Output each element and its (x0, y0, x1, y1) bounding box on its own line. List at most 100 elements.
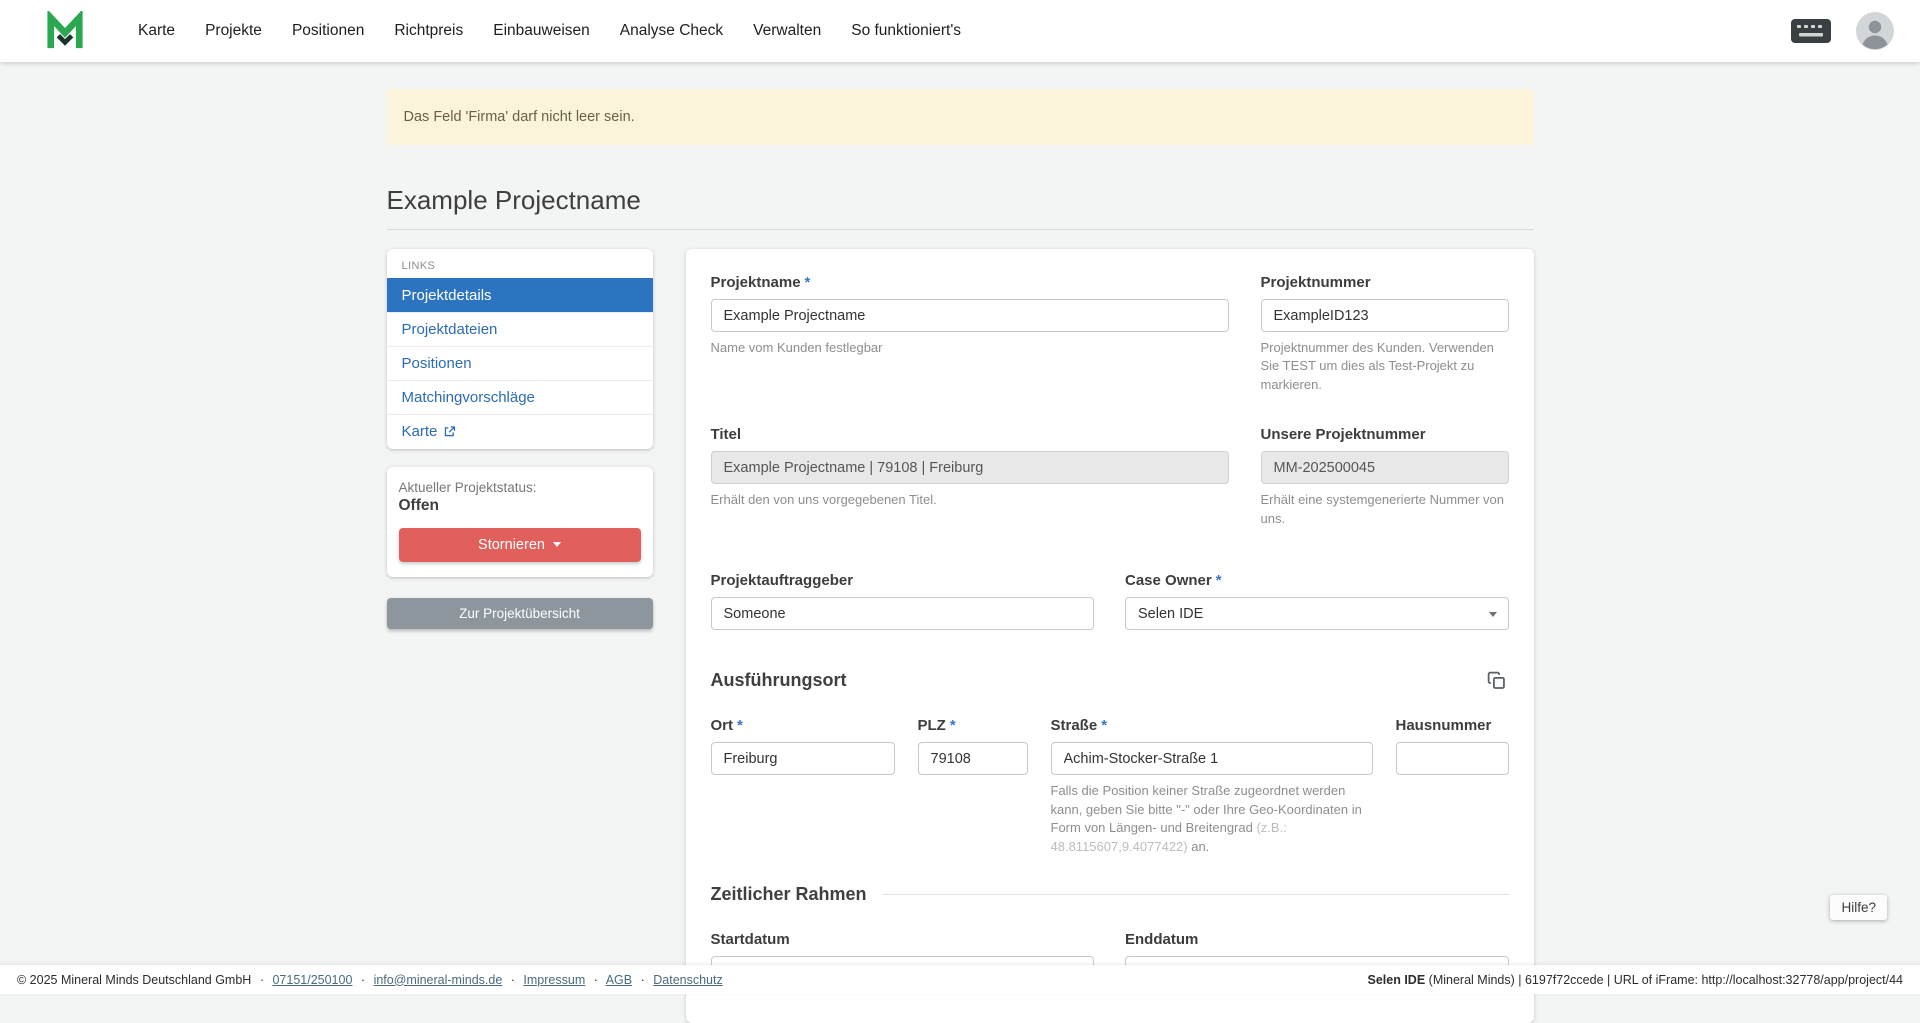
footer-link-datenschutz[interactable]: Datenschutz (653, 973, 722, 987)
projektname-helper: Name vom Kunden festlegbar (711, 339, 1229, 357)
hausnummer-field: Hausnummer (1396, 717, 1509, 856)
validation-alert: Das Feld 'Firma' darf nicht leer sein. (387, 89, 1534, 145)
footer-separator: · (361, 973, 365, 987)
ort-input[interactable] (711, 742, 895, 775)
nav-item-karte[interactable]: Karte (138, 22, 175, 40)
stornieren-button[interactable]: Stornieren (399, 528, 641, 562)
strasse-label: Straße* (1051, 717, 1373, 734)
nav-item-analyse-check[interactable]: Analyse Check (620, 22, 723, 40)
startdatum-label: Startdatum (711, 931, 1095, 948)
caret-down-icon (553, 542, 561, 547)
projektnummer-helper: Projektnummer des Kunden. Verwenden Sie … (1261, 339, 1509, 394)
footer-copyright: © 2025 Mineral Minds Deutschland GmbH (17, 973, 251, 987)
required-asterisk: * (737, 717, 743, 734)
footer-legal: © 2025 Mineral Minds Deutschland GmbH · … (17, 973, 723, 987)
external-link-icon (443, 425, 456, 438)
required-asterisk: * (1216, 572, 1222, 589)
stornieren-button-label: Stornieren (478, 537, 545, 553)
footer-separator: · (260, 973, 264, 987)
titel-label: Titel (711, 426, 1229, 443)
case-owner-field: Case Owner* Selen IDE (1125, 572, 1509, 630)
projektauftraggeber-field: Projektauftraggeber (711, 572, 1095, 630)
zur-projektuebersicht-button[interactable]: Zur Projektübersicht (387, 598, 653, 629)
page-title: Example Projectname (387, 185, 1534, 216)
header-actions (1790, 12, 1894, 50)
hausnummer-input[interactable] (1396, 742, 1509, 775)
enddatum-label: Enddatum (1125, 931, 1509, 948)
sidebar: LINKS Projektdetails Projektdateien Posi… (387, 249, 653, 629)
nav-item-einbauweisen[interactable]: Einbauweisen (493, 22, 590, 40)
unsere-projektnummer-label: Unsere Projektnummer (1261, 426, 1509, 443)
sidebar-item-positionen[interactable]: Positionen (387, 346, 653, 380)
nav-item-positionen[interactable]: Positionen (292, 22, 364, 40)
ausfuehrungsort-heading: Ausführungsort (711, 670, 847, 691)
nav-item-so-funktionierts[interactable]: So funktioniert's (851, 22, 961, 40)
footer-link-agb[interactable]: AGB (606, 973, 632, 987)
account-menu-button[interactable] (1856, 12, 1894, 50)
nav-item-richtpreis[interactable]: Richtpreis (394, 22, 463, 40)
app-footer: © 2025 Mineral Minds Deutschland GmbH · … (0, 965, 1920, 994)
logo-icon (46, 11, 84, 51)
projektname-label: Projektname* (711, 274, 1229, 291)
sidebar-item-karte-label: Karte (402, 423, 438, 440)
unsere-projektnummer-helper: Erhält eine systemgenerierte Nummer von … (1261, 491, 1509, 528)
sidebar-item-projektdetails[interactable]: Projektdetails (387, 278, 653, 312)
projektauftraggeber-input[interactable] (711, 597, 1095, 630)
copy-address-button[interactable] (1484, 668, 1509, 693)
project-status-card: Aktueller Projektstatus: Offen Storniere… (387, 467, 653, 577)
main-nav: Karte Projekte Positionen Richtpreis Ein… (138, 22, 961, 40)
strasse-field: Straße* Falls die Position keiner Straße… (1051, 717, 1373, 856)
ort-field: Ort* (711, 717, 895, 856)
plz-field: PLZ* (918, 717, 1028, 856)
hausnummer-label: Hausnummer (1396, 717, 1509, 734)
footer-link-email[interactable]: info@mineral-minds.de (374, 973, 503, 987)
links-card: LINKS Projektdetails Projektdateien Posi… (387, 249, 653, 449)
status-value: Offen (399, 497, 641, 515)
footer-separator: · (594, 973, 598, 987)
zeitlicher-rahmen-heading: Zeitlicher Rahmen (711, 884, 867, 905)
chevron-down-icon (1489, 612, 1497, 617)
footer-separator: · (511, 973, 515, 987)
project-details-form: Projektname* Name vom Kunden festlegbar … (686, 249, 1534, 1023)
sidebar-item-matchingvorschlaege[interactable]: Matchingvorschläge (387, 380, 653, 414)
app-header: Karte Projekte Positionen Richtpreis Ein… (0, 0, 1920, 62)
projektname-input[interactable] (711, 299, 1229, 332)
case-owner-selected-value: Selen IDE (1138, 606, 1203, 622)
nav-item-verwalten[interactable]: Verwalten (753, 22, 821, 40)
projektname-field: Projektname* Name vom Kunden festlegbar (711, 274, 1229, 394)
titel-input (711, 451, 1229, 484)
projektnummer-label: Projektnummer (1261, 274, 1509, 291)
nav-item-projekte[interactable]: Projekte (205, 22, 262, 40)
plz-input[interactable] (918, 742, 1028, 775)
sidebar-item-karte[interactable]: Karte (387, 414, 653, 448)
avatar (1856, 12, 1894, 50)
projektauftraggeber-label: Projektauftraggeber (711, 572, 1095, 589)
projektnummer-input[interactable] (1261, 299, 1509, 332)
titel-helper: Erhält den von uns vorgegebenen Titel. (711, 491, 1229, 509)
footer-session-info: Selen IDE (Mineral Minds) | 6197f72ccede… (1368, 973, 1903, 987)
strasse-helper: Falls die Position keiner Straße zugeord… (1051, 782, 1373, 856)
footer-link-impressum[interactable]: Impressum (523, 973, 585, 987)
unsere-projektnummer-field: Unsere Projektnummer Erhält eine systemg… (1261, 426, 1509, 528)
footer-link-phone[interactable]: 07151/250100 (272, 973, 352, 987)
help-button[interactable]: Hilfe? (1830, 895, 1887, 920)
ort-label: Ort* (711, 717, 895, 734)
sidebar-item-projektdateien[interactable]: Projektdateien (387, 312, 653, 346)
footer-session-details: (Mineral Minds) | 6197f72ccede | URL of … (1425, 973, 1903, 987)
plz-label: PLZ* (918, 717, 1028, 734)
mineral-minds-logo[interactable] (46, 11, 84, 51)
keyboard-button[interactable] (1790, 18, 1832, 44)
sidebar-links-header: LINKS (387, 249, 653, 278)
required-asterisk: * (805, 274, 811, 291)
titel-field: Titel Erhält den von uns vorgegebenen Ti… (711, 426, 1229, 528)
unsere-projektnummer-input (1261, 451, 1509, 484)
case-owner-select[interactable]: Selen IDE (1125, 597, 1509, 630)
footer-user: Selen IDE (1368, 973, 1426, 987)
title-divider (387, 229, 1534, 230)
strasse-input[interactable] (1051, 742, 1373, 775)
status-label: Aktueller Projektstatus: (399, 480, 641, 495)
copy-icon (1486, 670, 1507, 691)
keyboard-icon (1790, 18, 1832, 44)
section-divider (883, 894, 1509, 895)
required-asterisk: * (1101, 717, 1107, 734)
